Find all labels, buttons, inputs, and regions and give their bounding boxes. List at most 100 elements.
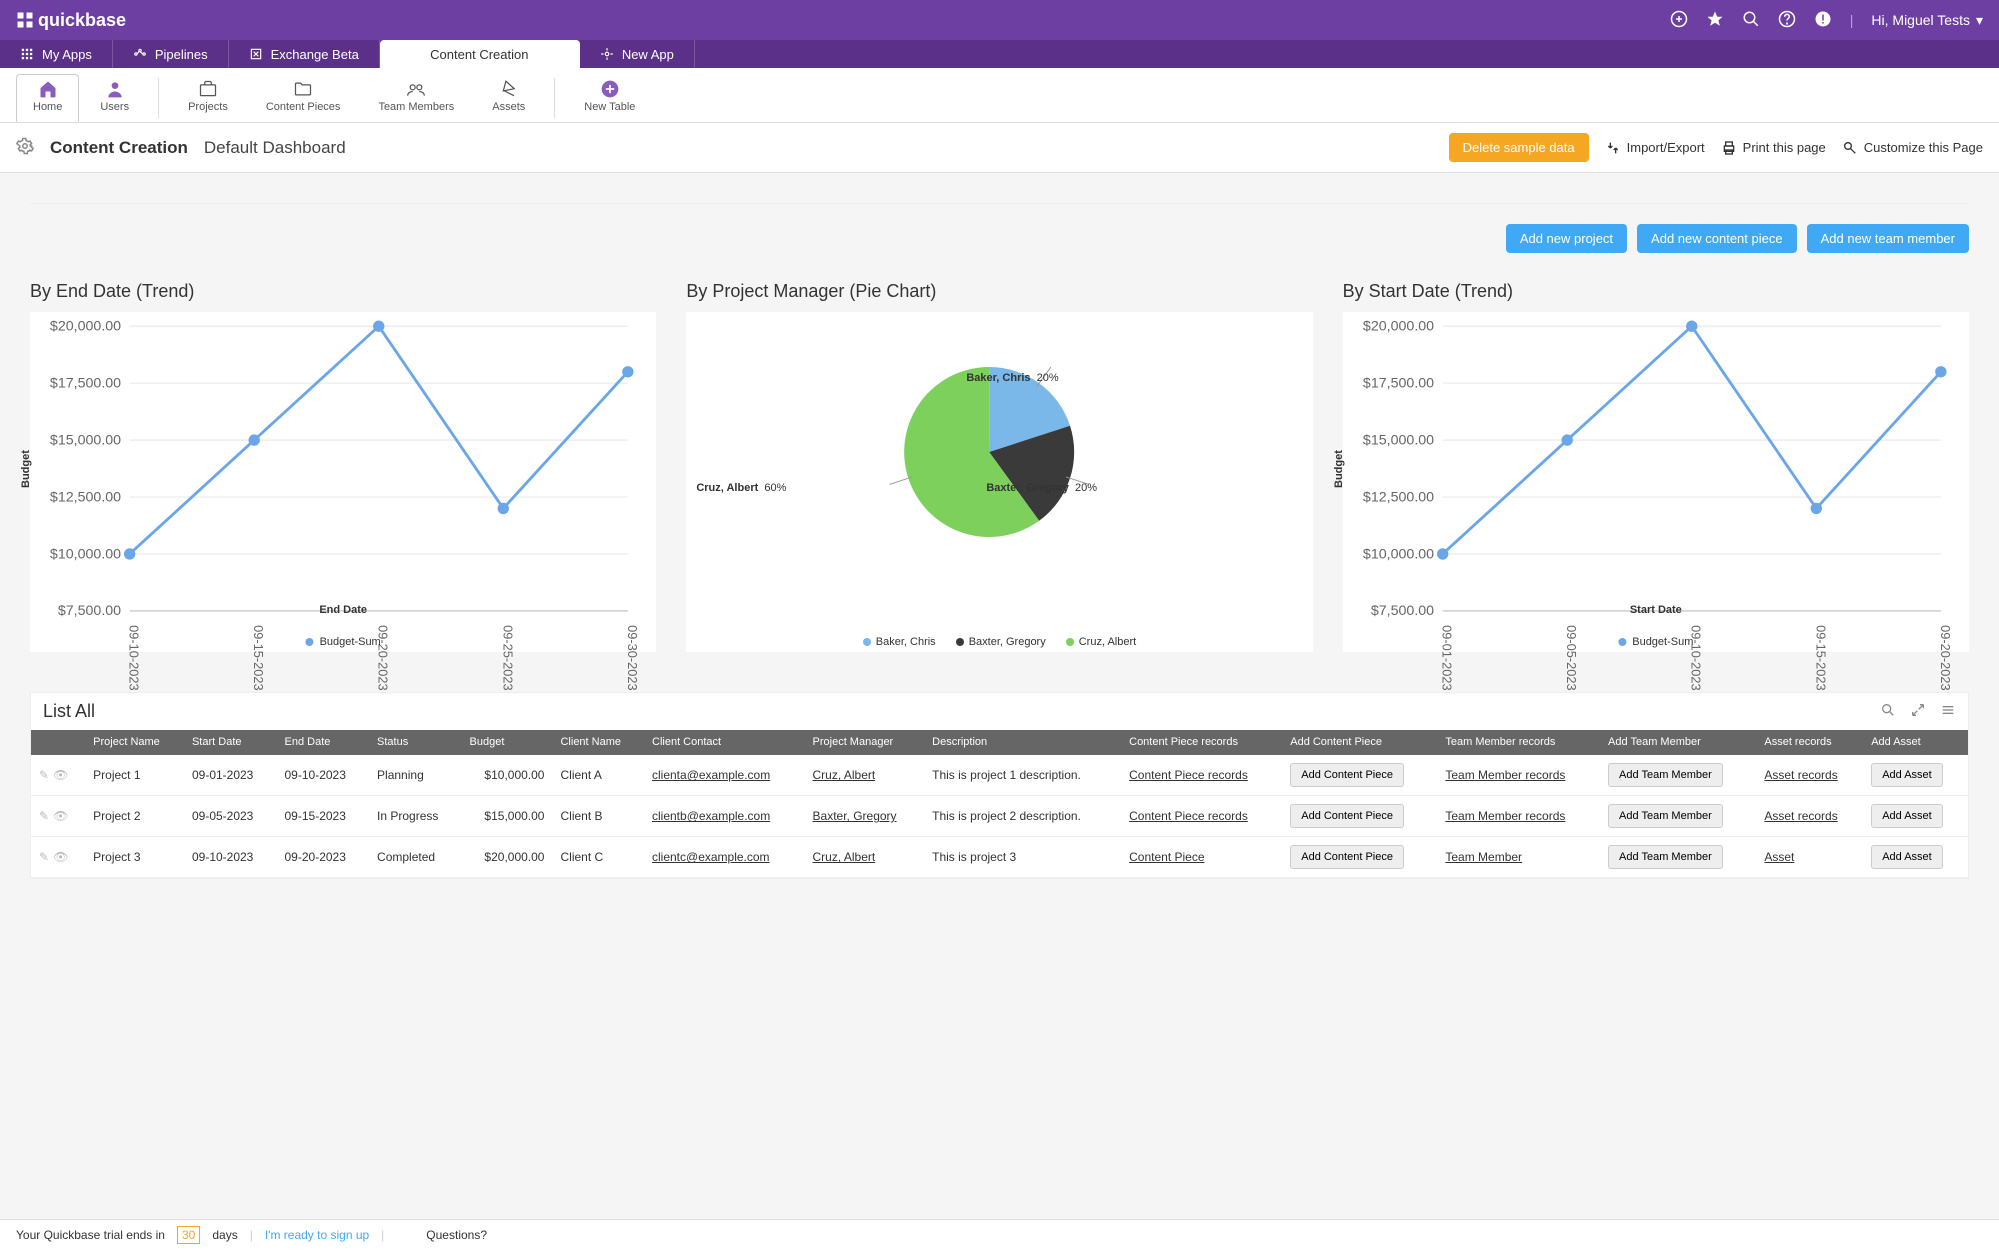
logo[interactable]: quickbase — [16, 10, 126, 31]
plus-circle-icon[interactable] — [1670, 10, 1688, 31]
nav-pipelines[interactable]: Pipelines — [113, 40, 229, 68]
gear-icon[interactable] — [16, 137, 34, 158]
svg-text:$15,000.00: $15,000.00 — [1363, 432, 1434, 448]
delete-sample-data-button[interactable]: Delete sample data — [1449, 133, 1589, 162]
content-piece-records-link[interactable]: Content Piece — [1129, 850, 1204, 864]
chart-title: By Start Date (Trend) — [1343, 281, 1969, 302]
team-member-records-link[interactable]: Team Member records — [1445, 809, 1565, 823]
cell-end-date: 09-20-2023 — [277, 837, 370, 878]
chart-legend: Budget-Sum — [306, 636, 381, 648]
team-member-records-link[interactable]: Team Member — [1445, 850, 1522, 864]
cell-contact-link[interactable]: clienta@example.com — [652, 768, 770, 782]
svg-text:09-20-2023: 09-20-2023 — [376, 625, 391, 690]
cell-client: Client B — [552, 796, 644, 837]
divider — [158, 78, 159, 118]
add-team-member-row-button[interactable]: Add Team Member — [1608, 804, 1723, 828]
nav-content-creation[interactable]: Content Creation — [380, 40, 580, 68]
cell-start-date: 09-10-2023 — [184, 837, 277, 878]
add-content-piece-button[interactable]: Add new content piece — [1637, 224, 1797, 253]
nav-label: Content Creation — [430, 47, 528, 62]
legend-label: Baxter, Gregory — [969, 636, 1046, 648]
import-export-action[interactable]: Import/Export — [1605, 140, 1705, 156]
trial-banner: Your Quickbase trial ends in 30 days | I… — [0, 1219, 1999, 1250]
divider — [554, 78, 555, 118]
customize-action[interactable]: Customize this Page — [1842, 140, 1983, 156]
content-piece-records-link[interactable]: Content Piece records — [1129, 809, 1248, 823]
asset-records-link[interactable]: Asset — [1764, 850, 1794, 864]
add-asset-button[interactable]: Add Asset — [1871, 845, 1943, 869]
table-header[interactable]: Description — [924, 730, 1121, 755]
divider: | — [381, 1228, 384, 1242]
edit-icon[interactable]: ✎ — [39, 809, 49, 823]
nav-new-app[interactable]: New App — [580, 40, 695, 68]
table-row: ✎👁 Project 3 09-10-2023 09-20-2023 Compl… — [31, 837, 1968, 878]
table-header[interactable]: Project Manager — [805, 730, 925, 755]
chart-by-project-manager: By Project Manager (Pie Chart) Baker, Ch… — [686, 281, 1312, 652]
brand-text: quickbase — [38, 10, 126, 31]
topbar-right: | Hi, Miguel Tests ▾ — [1670, 10, 1983, 31]
chart-by-end-date: By End Date (Trend) $20,000.00$17,500.00… — [30, 281, 656, 652]
sub-content-pieces[interactable]: Content Pieces — [249, 74, 358, 122]
import-export-icon — [1605, 140, 1621, 156]
add-content-piece-button[interactable]: Add Content Piece — [1290, 845, 1404, 869]
charts-row: By End Date (Trend) $20,000.00$17,500.00… — [30, 281, 1969, 652]
view-icon[interactable]: 👁 — [53, 850, 68, 864]
legend-dot-icon — [1618, 638, 1626, 646]
user-menu[interactable]: Hi, Miguel Tests ▾ — [1871, 12, 1983, 29]
cell-status: Completed — [369, 837, 462, 878]
trial-prefix: Your Quickbase trial ends in — [16, 1228, 165, 1242]
svg-text:$20,000.00: $20,000.00 — [50, 319, 121, 335]
sub-assets[interactable]: Assets — [475, 74, 542, 122]
legend-dot-icon — [1066, 638, 1074, 646]
content-piece-records-link[interactable]: Content Piece records — [1129, 768, 1248, 782]
sub-new-table[interactable]: New Table — [567, 74, 652, 122]
questions-link[interactable]: Questions? — [426, 1228, 487, 1242]
svg-text:$12,500.00: $12,500.00 — [50, 489, 121, 505]
add-content-piece-button[interactable]: Add Content Piece — [1290, 804, 1404, 828]
sub-label: Home — [33, 101, 62, 113]
chart-box: $20,000.00$17,500.00$15,000.00$12,500.00… — [1343, 312, 1969, 652]
nav-label: Exchange Beta — [271, 47, 359, 62]
cell-manager-link[interactable]: Cruz, Albert — [813, 768, 876, 782]
svg-text:09-15-2023: 09-15-2023 — [1813, 625, 1828, 690]
action-label: Import/Export — [1627, 140, 1705, 155]
add-team-member-row-button[interactable]: Add Team Member — [1608, 845, 1723, 869]
add-project-button[interactable]: Add new project — [1506, 224, 1627, 253]
cell-manager-link[interactable]: Cruz, Albert — [813, 850, 876, 864]
sub-label: Content Pieces — [266, 101, 341, 113]
cell-budget: $20,000.00 — [462, 837, 553, 878]
table-header[interactable]: Client Contact — [644, 730, 805, 755]
svg-text:$7,500.00: $7,500.00 — [1370, 603, 1433, 619]
legend-dot-icon — [306, 638, 314, 646]
cell-status: In Progress — [369, 796, 462, 837]
nav-my-apps[interactable]: My Apps — [0, 40, 113, 68]
greeting-text: Hi, Miguel Tests — [1871, 12, 1970, 28]
search-icon[interactable] — [1742, 10, 1760, 31]
sub-home[interactable]: Home — [16, 74, 79, 122]
svg-text:$10,000.00: $10,000.00 — [50, 546, 121, 562]
cell-start-date: 09-05-2023 — [184, 796, 277, 837]
star-icon[interactable] — [1706, 10, 1724, 31]
table-header[interactable]: Content Piece records — [1121, 730, 1282, 755]
chart-title: By Project Manager (Pie Chart) — [686, 281, 1312, 302]
cell-contact-link[interactable]: clientb@example.com — [652, 809, 770, 823]
sub-users[interactable]: Users — [83, 74, 146, 122]
cell-contact-link[interactable]: clientc@example.com — [652, 850, 770, 864]
edit-icon[interactable]: ✎ — [39, 850, 49, 864]
alert-icon[interactable] — [1814, 10, 1832, 31]
asset-records-link[interactable]: Asset records — [1764, 809, 1837, 823]
chart-title: By End Date (Trend) — [30, 281, 656, 302]
add-asset-button[interactable]: Add Asset — [1871, 804, 1943, 828]
add-team-member-button[interactable]: Add new team member — [1807, 224, 1969, 253]
print-action[interactable]: Print this page — [1721, 140, 1826, 156]
sub-team-members[interactable]: Team Members — [361, 74, 471, 122]
home-icon — [38, 79, 58, 99]
table-row: ✎👁 Project 2 09-05-2023 09-15-2023 In Pr… — [31, 796, 1968, 837]
help-icon[interactable] — [1778, 10, 1796, 31]
signup-link[interactable]: I'm ready to sign up — [265, 1228, 369, 1242]
nav-exchange[interactable]: Exchange Beta — [229, 40, 380, 68]
y-axis-label: Budget — [20, 450, 32, 488]
view-icon[interactable]: 👁 — [53, 809, 68, 823]
sub-projects[interactable]: Projects — [171, 74, 245, 122]
cell-manager-link[interactable]: Baxter, Gregory — [813, 809, 897, 823]
